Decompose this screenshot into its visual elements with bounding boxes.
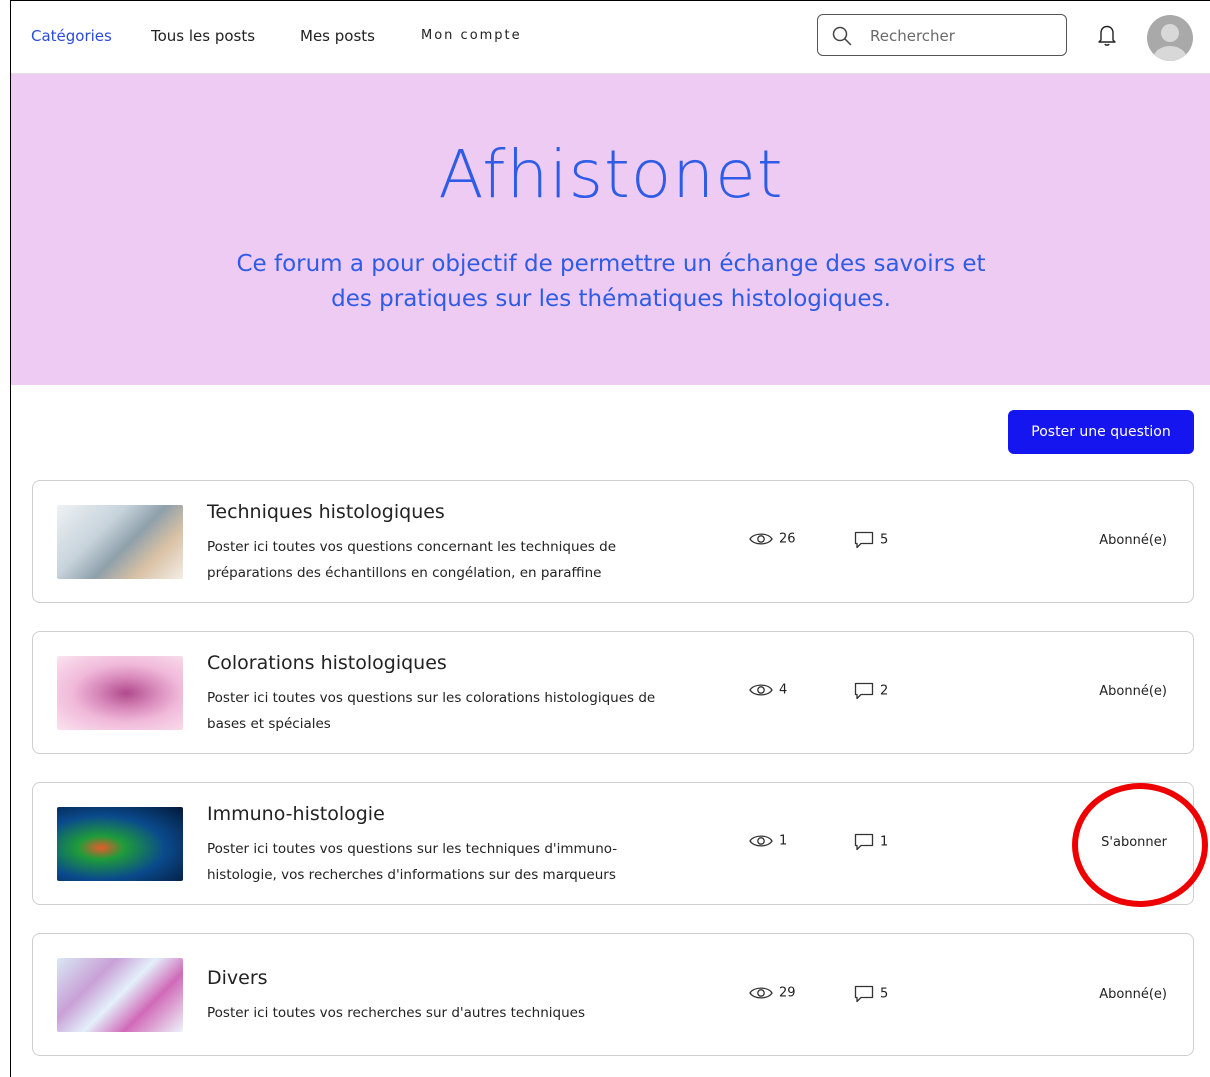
comments-count: 5 <box>854 531 888 549</box>
description-line: Poster ici toutes vos questions concerna… <box>207 539 617 555</box>
description-line: préparations des échantillons en congéla… <box>207 565 602 581</box>
views-count: 29 <box>749 985 796 1001</box>
comment-icon <box>854 833 874 851</box>
comment-icon <box>854 985 874 1003</box>
description-line: Poster ici toutes vos questions sur les … <box>207 690 656 706</box>
category-title[interactable]: Colorations histologiques <box>207 652 447 674</box>
comments-count: 2 <box>854 682 888 700</box>
category-title[interactable]: Immuno-histologie <box>207 803 385 825</box>
category-title[interactable]: Techniques histologiques <box>207 501 445 523</box>
post-question-button[interactable]: Poster une question <box>1008 410 1194 454</box>
category-title[interactable]: Divers <box>207 967 268 989</box>
category-thumbnail <box>57 656 183 730</box>
views-value: 1 <box>779 833 788 849</box>
comments-value: 2 <box>880 683 889 699</box>
category-card[interactable]: Colorations histologiques Poster ici tou… <box>32 631 1194 754</box>
comment-icon <box>854 531 874 549</box>
search-box[interactable] <box>817 14 1067 56</box>
description-line: Poster ici toutes vos recherches sur d'a… <box>207 1005 585 1021</box>
category-description: Poster ici toutes vos questions sur les … <box>207 685 727 737</box>
forum-title: Afhistonet <box>438 136 784 213</box>
description-line: bases et spéciales <box>207 716 331 732</box>
eye-icon <box>749 533 773 545</box>
views-count: 26 <box>749 531 796 547</box>
category-description: Poster ici toutes vos questions concerna… <box>207 534 727 586</box>
nav-all-posts[interactable]: Tous les posts <box>151 27 255 45</box>
search-icon <box>832 26 852 46</box>
search-input[interactable] <box>868 23 1062 49</box>
avatar[interactable] <box>1147 15 1193 61</box>
top-nav: Catégories Tous les posts Mes posts Mon … <box>11 1 1210 74</box>
comments-count: 1 <box>854 833 888 851</box>
comments-value: 5 <box>880 532 889 548</box>
forum-description-line: Ce forum a pour objectif de permettre un… <box>236 251 986 277</box>
page-frame: Catégories Tous les posts Mes posts Mon … <box>10 0 1210 1077</box>
category-card[interactable]: Techniques histologiques Poster ici tout… <box>32 480 1194 603</box>
comment-icon <box>854 682 874 700</box>
description-line: Poster ici toutes vos questions sur les … <box>207 841 618 857</box>
subscribe-toggle[interactable]: S'abonner <box>1101 835 1167 850</box>
forum-description-line: des pratiques sur les thématiques histol… <box>331 286 891 312</box>
comments-count: 5 <box>854 985 888 1003</box>
hero-banner: Afhistonet Ce forum a pour objectif de p… <box>11 74 1210 385</box>
category-description: Poster ici toutes vos questions sur les … <box>207 836 727 888</box>
forum-description: Ce forum a pour objectif de permettre un… <box>191 247 1031 317</box>
follow-toggle[interactable]: Abonné(e) <box>1099 533 1167 548</box>
views-value: 29 <box>779 985 796 1001</box>
comments-value: 1 <box>880 834 889 850</box>
bell-icon[interactable] <box>1096 23 1118 47</box>
views-value: 26 <box>779 531 796 547</box>
category-description: Poster ici toutes vos recherches sur d'a… <box>207 1000 727 1026</box>
category-card[interactable]: Divers Poster ici toutes vos recherches … <box>32 933 1194 1056</box>
category-thumbnail <box>57 807 183 881</box>
eye-icon <box>749 684 773 696</box>
nav-my-account[interactable]: Mon compte <box>421 28 522 43</box>
category-thumbnail <box>57 505 183 579</box>
follow-toggle[interactable]: Abonné(e) <box>1099 987 1167 1002</box>
comments-value: 5 <box>880 986 889 1002</box>
category-card[interactable]: Immuno-histologie Poster ici toutes vos … <box>32 782 1194 905</box>
nav-my-posts[interactable]: Mes posts <box>300 27 375 45</box>
views-count: 4 <box>749 682 787 698</box>
views-count: 1 <box>749 833 787 849</box>
eye-icon <box>749 835 773 847</box>
category-thumbnail <box>57 958 183 1032</box>
description-line: histologie, vos recherches d'information… <box>207 867 616 883</box>
follow-toggle[interactable]: Abonné(e) <box>1099 684 1167 699</box>
views-value: 4 <box>779 682 788 698</box>
eye-icon <box>749 987 773 999</box>
nav-categories[interactable]: Catégories <box>31 27 112 45</box>
